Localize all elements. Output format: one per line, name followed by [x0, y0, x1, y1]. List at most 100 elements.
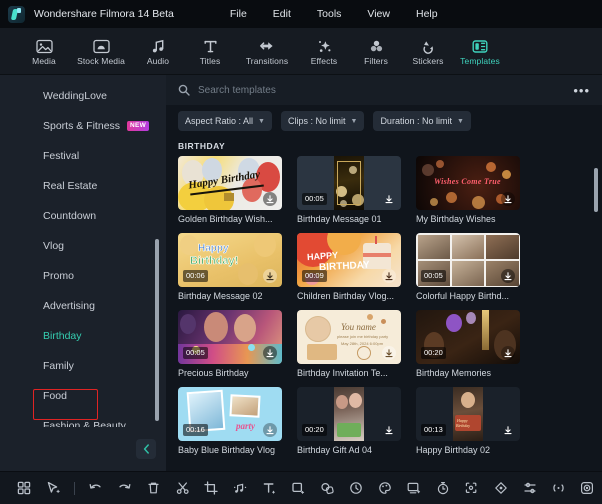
menu-help[interactable]: Help — [403, 5, 451, 23]
template-thumbnail[interactable]: 00:05 — [297, 156, 401, 210]
sidebar-item-vlog[interactable]: Vlog — [0, 231, 166, 261]
template-card[interactable]: Happy Birthday Golden Birthday Wish... — [178, 156, 282, 224]
download-icon[interactable] — [501, 346, 515, 360]
undo-icon[interactable] — [81, 473, 110, 503]
duration-badge: 00:20 — [302, 424, 327, 436]
download-icon[interactable] — [263, 423, 277, 437]
template-thumbnail[interactable]: You name please join me birthday party M… — [297, 310, 401, 364]
sidebar-item-weddinglove[interactable]: WeddingLove — [0, 81, 166, 111]
template-card[interactable]: 00:05 Precious Birthday — [178, 310, 282, 378]
download-icon[interactable] — [501, 423, 515, 437]
template-card[interactable]: Happy Birthday! 00:06 Birthday Message 0… — [178, 233, 282, 301]
vertical-video-art: Happy Birthday — [453, 387, 483, 441]
filter-bar: Aspect Ratio : All ▼ Clips : No limit ▼ … — [166, 105, 602, 137]
template-card[interactable]: 00:20 Birthday Gift Ad 04 — [297, 387, 401, 455]
grid-view-icon[interactable] — [10, 473, 39, 503]
template-thumbnail[interactable]: Happy Birthday 00:13 — [416, 387, 520, 441]
tab-audio-label: Audio — [146, 56, 170, 66]
template-card[interactable]: Wishes Come True My Birthday Wishes — [416, 156, 520, 224]
sidebar-item-family[interactable]: Family — [0, 351, 166, 381]
tab-effects[interactable]: Effects — [298, 29, 350, 74]
tab-stickers[interactable]: Stickers — [402, 29, 454, 74]
download-icon[interactable] — [382, 346, 396, 360]
tab-titles[interactable]: Titles — [184, 29, 236, 74]
text-icon[interactable] — [255, 473, 284, 503]
download-icon[interactable] — [382, 269, 396, 283]
sidebar-item-label: Advertising — [43, 300, 95, 312]
filter-aspect-ratio[interactable]: Aspect Ratio : All ▼ — [178, 111, 272, 131]
sidebar-item-advertising[interactable]: Advertising — [0, 291, 166, 321]
more-options-icon[interactable]: ••• — [573, 84, 590, 97]
redo-icon[interactable] — [110, 473, 139, 503]
tab-transitions[interactable]: Transitions — [236, 29, 298, 74]
templates-scrollbar[interactable] — [594, 168, 598, 212]
filter-clips[interactable]: Clips : No limit ▼ — [280, 111, 365, 131]
template-card[interactable]: 00:05 Colorful Happy Birthd... — [416, 233, 520, 301]
split-scissors-icon[interactable] — [168, 473, 197, 503]
tab-stock-media[interactable]: Stock Media — [70, 29, 132, 74]
template-thumbnail[interactable]: 00:20 — [416, 310, 520, 364]
mask-icon[interactable] — [313, 473, 342, 503]
stabilize-timer-icon[interactable] — [428, 473, 457, 503]
template-card[interactable]: HAPPY BIRTHDAY 00:09 Children Birthday V… — [297, 233, 401, 301]
template-thumbnail[interactable]: 00:05 — [416, 233, 520, 287]
tab-media[interactable]: Media — [18, 29, 70, 74]
template-thumbnail[interactable]: 00:05 — [178, 310, 282, 364]
keyframe-icon[interactable] — [486, 473, 515, 503]
speed-icon[interactable] — [342, 473, 371, 503]
tab-templates[interactable]: Templates — [454, 29, 506, 74]
audio-detach-icon[interactable] — [226, 473, 255, 503]
template-thumbnail[interactable]: 00:20 — [297, 387, 401, 441]
sidebar-scrollbar[interactable] — [155, 239, 159, 421]
select-cursor-icon[interactable] — [39, 473, 68, 503]
sidebar-item-promo[interactable]: Promo — [0, 261, 166, 291]
download-icon[interactable] — [263, 269, 277, 283]
download-icon[interactable] — [382, 423, 396, 437]
sidebar-item-festival[interactable]: Festival — [0, 141, 166, 171]
shape-icon[interactable] — [284, 473, 313, 503]
sidebar-item-label: Real Estate — [43, 180, 98, 192]
template-card[interactable]: 00:20 Birthday Memories — [416, 310, 520, 378]
template-thumbnail[interactable]: Wishes Come True — [416, 156, 520, 210]
download-icon[interactable] — [382, 192, 396, 206]
title-bar: Wondershare Filmora 14 Beta File Edit To… — [0, 0, 602, 28]
marker-icon[interactable] — [544, 473, 573, 503]
download-icon[interactable] — [501, 192, 515, 206]
delete-trash-icon[interactable] — [139, 473, 168, 503]
menu-tools[interactable]: Tools — [304, 5, 355, 23]
sidebar-item-fashion-beauty[interactable]: Fashion & Beauty — [0, 411, 166, 427]
stickers-icon — [421, 36, 436, 54]
menu-file[interactable]: File — [217, 5, 260, 23]
download-icon[interactable] — [263, 346, 277, 360]
duration-badge: 00:06 — [183, 270, 208, 282]
template-card[interactable]: 00:05 Birthday Message 01 — [297, 156, 401, 224]
template-thumbnail[interactable]: party 00:16 — [178, 387, 282, 441]
chevron-left-icon[interactable] — [136, 439, 156, 459]
menu-edit[interactable]: Edit — [260, 5, 304, 23]
template-card[interactable]: You name please join me birthday party M… — [297, 310, 401, 378]
adjust-sliders-icon[interactable] — [515, 473, 544, 503]
template-thumbnail[interactable]: HAPPY BIRTHDAY 00:09 — [297, 233, 401, 287]
template-card[interactable]: party 00:16 Baby Blue Birthday Vlog — [178, 387, 282, 455]
sidebar-item-real-estate[interactable]: Real Estate — [0, 171, 166, 201]
template-thumbnail[interactable]: Happy Birthday! 00:06 — [178, 233, 282, 287]
color-match-icon[interactable] — [371, 473, 400, 503]
tab-audio[interactable]: Audio — [132, 29, 184, 74]
sidebar-item-birthday[interactable]: Birthday — [0, 321, 166, 351]
download-icon[interactable] — [263, 192, 277, 206]
motion-tracking-icon[interactable] — [457, 473, 486, 503]
template-card[interactable]: Happy Birthday 00:13 Happy Birthday 02 — [416, 387, 520, 455]
green-screen-icon[interactable] — [399, 473, 428, 503]
menu-view[interactable]: View — [354, 5, 403, 23]
crop-icon[interactable] — [197, 473, 226, 503]
template-thumbnail[interactable]: Happy Birthday — [178, 156, 282, 210]
filter-duration[interactable]: Duration : No limit ▼ — [373, 111, 471, 131]
sidebar-item-food[interactable]: Food — [0, 381, 166, 411]
record-icon[interactable] — [573, 473, 602, 503]
section-title: BIRTHDAY — [178, 141, 226, 151]
tab-filters[interactable]: Filters — [350, 29, 402, 74]
download-icon[interactable] — [501, 269, 515, 283]
search-input[interactable] — [198, 84, 574, 96]
sidebar-item-countdown[interactable]: Countdown — [0, 201, 166, 231]
sidebar-item-sports-fitness[interactable]: Sports & Fitness NEW — [0, 111, 166, 141]
